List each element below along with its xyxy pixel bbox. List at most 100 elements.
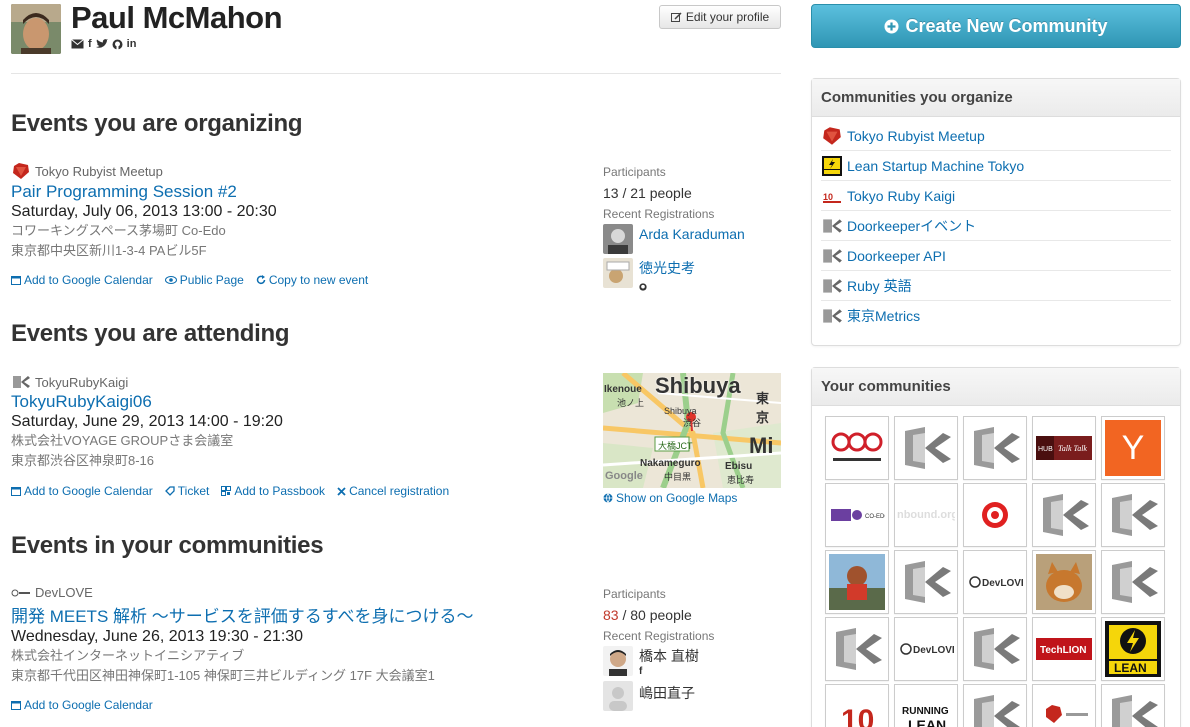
community-tile[interactable] (825, 617, 889, 681)
github-icon[interactable] (112, 39, 123, 50)
organize-item[interactable]: 東京Metrics (821, 301, 1171, 331)
twitter-icon[interactable] (95, 39, 108, 49)
doorkeeper-icon (823, 218, 842, 233)
community-logo (897, 553, 955, 611)
organize-item[interactable]: Doorkeeperイベント (821, 211, 1171, 241)
event-community-label: TokyuRubyKaigi (35, 374, 129, 390)
community-tile[interactable]: inbound.org (894, 483, 958, 547)
add-to-calendar-label: Add to Google Calendar (24, 484, 153, 498)
organize-item[interactable]: Ruby 英語 (821, 271, 1171, 301)
event-community[interactable]: TokyuRubyKaigi (11, 374, 591, 390)
organize-panel: Communities you organize Tokyo Rubyist M… (811, 78, 1181, 346)
community-tile[interactable]: 10 (825, 684, 889, 727)
add-to-calendar-link[interactable]: Add to Google Calendar (11, 484, 153, 498)
add-to-passbook-link[interactable]: Add to Passbook (221, 484, 325, 498)
event-map[interactable]: Shibuya Ikenoue 池ノ上 Shibuya 渋谷 大橋JCT Nak… (603, 373, 781, 488)
edit-profile-label: Edit your profile (685, 10, 770, 24)
community-tile[interactable]: HUB Talk Talk (1032, 416, 1096, 480)
community-tile[interactable] (1032, 684, 1096, 727)
envelope-icon[interactable] (71, 39, 84, 49)
event-date: Saturday, July 06, 2013 13:00 - 20:30 (11, 203, 277, 220)
registrant-name[interactable]: 橋本 直樹 (639, 646, 699, 666)
community-logo (828, 620, 886, 678)
close-icon (337, 486, 346, 496)
copy-event-link[interactable]: Copy to new event (256, 273, 368, 287)
map-label-ebisu: Ebisu (725, 461, 753, 472)
profile-avatar[interactable] (11, 4, 61, 54)
event-title[interactable]: TokyuRubyKaigi06 (11, 392, 591, 412)
svg-text:RUNNING: RUNNING (902, 706, 949, 717)
event-community[interactable]: Tokyo Rubyist Meetup (11, 162, 591, 180)
community-tile[interactable] (1101, 684, 1165, 727)
community-logo (966, 687, 1024, 727)
show-map-link[interactable]: Show on Google Maps (603, 491, 737, 505)
registration-row[interactable]: Arda Karaduman (603, 224, 783, 254)
community-participants: Participants 83 / 80 people Recent Regis… (603, 587, 783, 711)
community-tile[interactable]: CO-EDO (825, 483, 889, 547)
community-tile[interactable] (894, 550, 958, 614)
map-label-shibuya-small: Shibuya (664, 406, 697, 416)
svg-text:Talk Talk: Talk Talk (1058, 444, 1087, 453)
organize-item[interactable]: Tokyo Rubyist Meetup (821, 121, 1171, 151)
facebook-icon[interactable]: f (88, 38, 92, 50)
participants-count-number: 83 (603, 607, 619, 623)
community-logo (828, 419, 886, 477)
event-title[interactable]: Pair Programming Session #2 (11, 182, 591, 202)
lean-icon (822, 155, 842, 176)
avatar (603, 681, 633, 711)
organize-item-label: Doorkeeper API (847, 247, 946, 264)
community-tile[interactable] (1032, 550, 1096, 614)
attending-event: TokyuRubyKaigi TokyuRubyKaigi06 Saturday… (11, 374, 591, 498)
organize-item[interactable]: Doorkeeper API (821, 241, 1171, 271)
event-community[interactable]: DevLOVE (11, 585, 601, 600)
devlove-icon (11, 589, 30, 596)
section-title-attending: Events you are attending (11, 320, 290, 347)
community-tile[interactable] (894, 416, 958, 480)
event-title[interactable]: 開発 MEETS 解析 〜サービスを評価するすべを身につける〜 (11, 602, 601, 627)
organize-item[interactable]: 10 Tokyo Ruby Kaigi (821, 181, 1171, 211)
tokyo-ruby-kaigi-icon: 10 (823, 192, 841, 203)
add-to-calendar-link[interactable]: Add to Google Calendar (11, 698, 153, 712)
registrant-name[interactable]: 嶋田直子 (639, 683, 695, 703)
globe-icon (603, 493, 613, 503)
community-tile[interactable]: DevLOVE (963, 550, 1027, 614)
cancel-registration-link[interactable]: Cancel registration (337, 484, 449, 498)
event-actions: Add to Google Calendar Ticket Add to Pas… (11, 484, 591, 498)
community-logo (1035, 687, 1093, 727)
community-tile[interactable] (1101, 550, 1165, 614)
community-tile[interactable] (825, 416, 889, 480)
registrant-name[interactable]: Arda Karaduman (639, 226, 745, 242)
participants-count-total: / 80 people (618, 607, 692, 623)
public-page-link[interactable]: Public Page (164, 273, 244, 287)
calendar-icon (11, 701, 21, 710)
community-tile[interactable] (1101, 483, 1165, 547)
registration-row[interactable]: 嶋田直子 (603, 681, 783, 711)
community-tile[interactable] (963, 483, 1027, 547)
doorkeeper-icon (823, 248, 842, 263)
ticket-link[interactable]: Ticket (164, 484, 209, 498)
community-logo (966, 620, 1024, 678)
svg-text:DevLOVE: DevLOVE (913, 645, 954, 656)
organize-item[interactable]: Lean Startup Machine Tokyo (821, 151, 1171, 181)
community-tile[interactable] (1032, 483, 1096, 547)
community-tile[interactable] (963, 416, 1027, 480)
community-tile[interactable] (963, 684, 1027, 727)
community-tile[interactable]: RUNNING LEAN (894, 684, 958, 727)
edit-profile-button[interactable]: Edit your profile (659, 5, 781, 29)
add-to-calendar-link[interactable]: Add to Google Calendar (11, 273, 153, 287)
community-tile[interactable] (825, 550, 889, 614)
community-tile[interactable]: LEAN (1101, 617, 1165, 681)
map-label-ikenoue: Ikenoue (604, 384, 642, 395)
registration-row[interactable]: 橋本 直樹 f (603, 646, 783, 677)
recent-registrations-label: Recent Registrations (603, 207, 715, 221)
community-logo: RUNNING LEAN (897, 687, 955, 727)
linkedin-icon[interactable]: in (127, 38, 137, 50)
create-community-button[interactable]: Create New Community (811, 4, 1181, 48)
community-tile[interactable] (963, 617, 1027, 681)
svg-text:LEAN: LEAN (908, 717, 946, 727)
registration-row[interactable]: 徳光史考 (603, 258, 783, 296)
community-tile[interactable]: DevLOVE (894, 617, 958, 681)
community-tile[interactable]: TechLION (1032, 617, 1096, 681)
registrant-name[interactable]: 徳光史考 (639, 258, 695, 278)
community-tile[interactable]: Y (1101, 416, 1165, 480)
